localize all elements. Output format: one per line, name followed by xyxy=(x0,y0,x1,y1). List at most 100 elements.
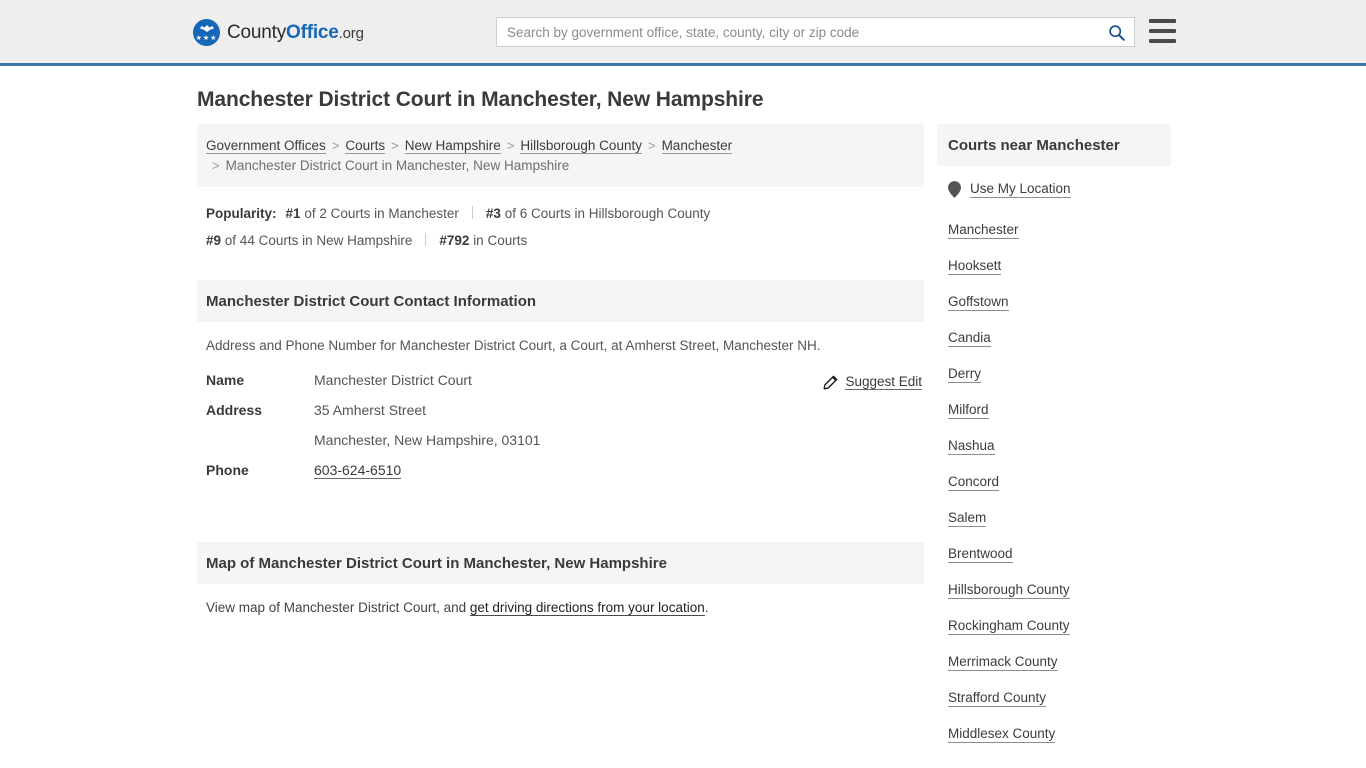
sidebar-item-rockingham-county[interactable]: Rockingham County xyxy=(948,608,1160,644)
breadcrumb-item-new-hampshire[interactable]: New Hampshire xyxy=(404,138,501,154)
menu-bar-1 xyxy=(1149,19,1176,23)
menu-bar-2 xyxy=(1149,29,1176,33)
sidebar-link-merrimack-county[interactable]: Merrimack County xyxy=(948,653,1058,671)
site-logo-link[interactable]: ★★★ CountyOffice.org xyxy=(193,19,364,46)
sidebar-link-strafford-county[interactable]: Strafford County xyxy=(948,689,1047,707)
popularity-rank-1: #1 xyxy=(285,206,301,221)
sidebar-link-nashua[interactable]: Nashua xyxy=(948,437,995,455)
contact-key-phone: Phone xyxy=(206,462,249,478)
eagle-glyph xyxy=(199,25,214,32)
popularity-item-3: #9 of 44 Courts in New Hampshire xyxy=(206,233,412,248)
popularity-text-3: of 44 Courts in New Hampshire xyxy=(224,233,413,248)
popularity-divider xyxy=(471,206,473,219)
sidebar-item-strafford-county[interactable]: Strafford County xyxy=(948,680,1160,716)
breadcrumb-separator: > xyxy=(212,158,220,173)
sidebar-link-middlesex-county[interactable]: Middlesex County xyxy=(948,725,1056,743)
sidebar-item-merrimack-county[interactable]: Merrimack County xyxy=(948,644,1160,680)
sidebar-link-salem[interactable]: Salem xyxy=(948,509,987,527)
breadcrumb-item-hillsborough-county[interactable]: Hillsborough County xyxy=(520,138,642,154)
contact-value-address-line2: Manchester, New Hampshire, 03101 xyxy=(314,432,541,448)
breadcrumb-item-current: Manchester District Court in Manchester,… xyxy=(225,158,570,173)
popularity-item-4: #792 in Courts xyxy=(439,233,527,248)
map-section: Map of Manchester District Court in Manc… xyxy=(197,542,924,618)
pencil-edit-icon xyxy=(823,375,838,389)
site-logo-text: CountyOffice.org xyxy=(227,22,364,44)
breadcrumb-item-courts[interactable]: Courts xyxy=(345,138,386,154)
map-pin-icon xyxy=(948,180,961,198)
sidebar-link-goffstown[interactable]: Goffstown xyxy=(948,293,1009,311)
popularity-rank-2: #3 xyxy=(485,206,501,221)
sidebar-link-hooksett[interactable]: Hooksett xyxy=(948,257,1002,275)
sidebar-item-hillsborough-county[interactable]: Hillsborough County xyxy=(948,572,1160,608)
popularity-rank-3: #9 xyxy=(206,233,222,248)
contact-row-phone: Phone 603-624-6510 xyxy=(206,462,915,492)
sidebar-item-concord[interactable]: Concord xyxy=(948,464,1160,500)
popularity-rank-4: #792 xyxy=(439,233,470,248)
popularity-item-1: #1 of 2 Courts in Manchester xyxy=(286,206,459,221)
sidebar: Courts near Manchester Use My Location M… xyxy=(937,124,1171,752)
sidebar-links-list: Use My Location Manchester Hooksett Goff… xyxy=(937,166,1171,752)
contact-row-address-line2: Manchester, New Hampshire, 03101 xyxy=(206,432,915,462)
logo-text-office: Office xyxy=(286,21,339,43)
sidebar-item-derry[interactable]: Derry xyxy=(948,356,1160,392)
popularity-divider xyxy=(425,233,427,246)
sidebar-item-nashua[interactable]: Nashua xyxy=(948,428,1160,464)
suggest-edit-label: Suggest Edit xyxy=(845,374,922,390)
map-desc-prefix: View map of Manchester District Court, a… xyxy=(206,600,470,615)
popularity-text-4: in Courts xyxy=(473,233,528,248)
hamburger-menu-button[interactable] xyxy=(1149,19,1176,43)
sidebar-item-candia[interactable]: Candia xyxy=(948,320,1160,356)
main-column: Government Offices > Courts > New Hampshire >… xyxy=(197,124,924,618)
sidebar-item-milford[interactable]: Milford xyxy=(948,392,1160,428)
popularity-label: Popularity: xyxy=(206,206,277,221)
breadcrumb: Government Offices > Courts > New Hampshire >… xyxy=(197,124,924,187)
popularity-section: Popularity: #1 of 2 Courts in Manchester #… xyxy=(197,187,924,254)
logo-text-county: County xyxy=(227,21,287,43)
search-icon xyxy=(1108,24,1125,41)
breadcrumb-separator: > xyxy=(506,138,515,153)
breadcrumb-separator: > xyxy=(391,138,399,153)
sidebar-item-goffstown[interactable]: Goffstown xyxy=(948,284,1160,320)
breadcrumb-item-government-offices[interactable]: Government Offices xyxy=(206,138,326,154)
map-section-description: View map of Manchester District Court, a… xyxy=(197,584,924,618)
sidebar-link-hillsborough-county[interactable]: Hillsborough County xyxy=(948,581,1070,599)
search-bar xyxy=(496,17,1135,47)
breadcrumb-separator: > xyxy=(331,138,340,153)
sidebar-item-brentwood[interactable]: Brentwood xyxy=(948,536,1160,572)
page-title: Manchester District Court in Manchester,… xyxy=(197,88,764,111)
sidebar-link-brentwood[interactable]: Brentwood xyxy=(948,545,1013,563)
use-my-location-link[interactable]: Use My Location xyxy=(970,180,1071,198)
popularity-text-2: of 6 Courts in Hillsborough County xyxy=(504,206,711,221)
search-input[interactable] xyxy=(497,18,1098,46)
sidebar-item-hooksett[interactable]: Hooksett xyxy=(948,248,1160,284)
sidebar-item-middlesex-county[interactable]: Middlesex County xyxy=(948,716,1160,752)
sidebar-link-concord[interactable]: Concord xyxy=(948,473,1000,491)
site-header: ★★★ CountyOffice.org xyxy=(0,0,1366,66)
sidebar-link-derry[interactable]: Derry xyxy=(948,365,981,383)
contact-section-description: Address and Phone Number for Manchester … xyxy=(206,338,821,353)
phone-link[interactable]: 603-624-6510 xyxy=(314,462,402,479)
sidebar-heading: Courts near Manchester xyxy=(937,124,1171,166)
sidebar-item-manchester[interactable]: Manchester xyxy=(948,212,1160,248)
sidebar-link-candia[interactable]: Candia xyxy=(948,329,991,347)
sidebar-link-milford[interactable]: Milford xyxy=(948,401,989,419)
contact-section-heading: Manchester District Court Contact Inform… xyxy=(197,280,924,322)
popularity-item-2: #3 of 6 Courts in Hillsborough County xyxy=(486,206,710,221)
logo-text-org: .org xyxy=(338,24,364,42)
contact-details-table: Suggest Edit Name Manchester District Co… xyxy=(197,372,924,492)
sidebar-item-salem[interactable]: Salem xyxy=(948,500,1160,536)
breadcrumb-item-manchester[interactable]: Manchester xyxy=(661,138,733,154)
contact-key-address: Address xyxy=(206,402,263,418)
sidebar-link-manchester[interactable]: Manchester xyxy=(948,221,1019,239)
logo-stars: ★★★ xyxy=(195,35,218,42)
sidebar-item-use-my-location[interactable]: Use My Location xyxy=(948,166,1160,212)
contact-value-name: Manchester District Court xyxy=(314,372,472,388)
contact-row-name: Name Manchester District Court xyxy=(206,372,915,402)
contact-key-name: Name xyxy=(206,372,245,388)
contact-value-address-line1: 35 Amherst Street xyxy=(314,402,427,418)
sidebar-link-rockingham-county[interactable]: Rockingham County xyxy=(948,617,1070,635)
driving-directions-link[interactable]: get driving directions from your locatio… xyxy=(469,600,705,616)
menu-bar-3 xyxy=(1149,39,1176,43)
search-submit-button[interactable] xyxy=(1098,18,1134,46)
suggest-edit-button[interactable]: Suggest Edit xyxy=(823,374,922,390)
